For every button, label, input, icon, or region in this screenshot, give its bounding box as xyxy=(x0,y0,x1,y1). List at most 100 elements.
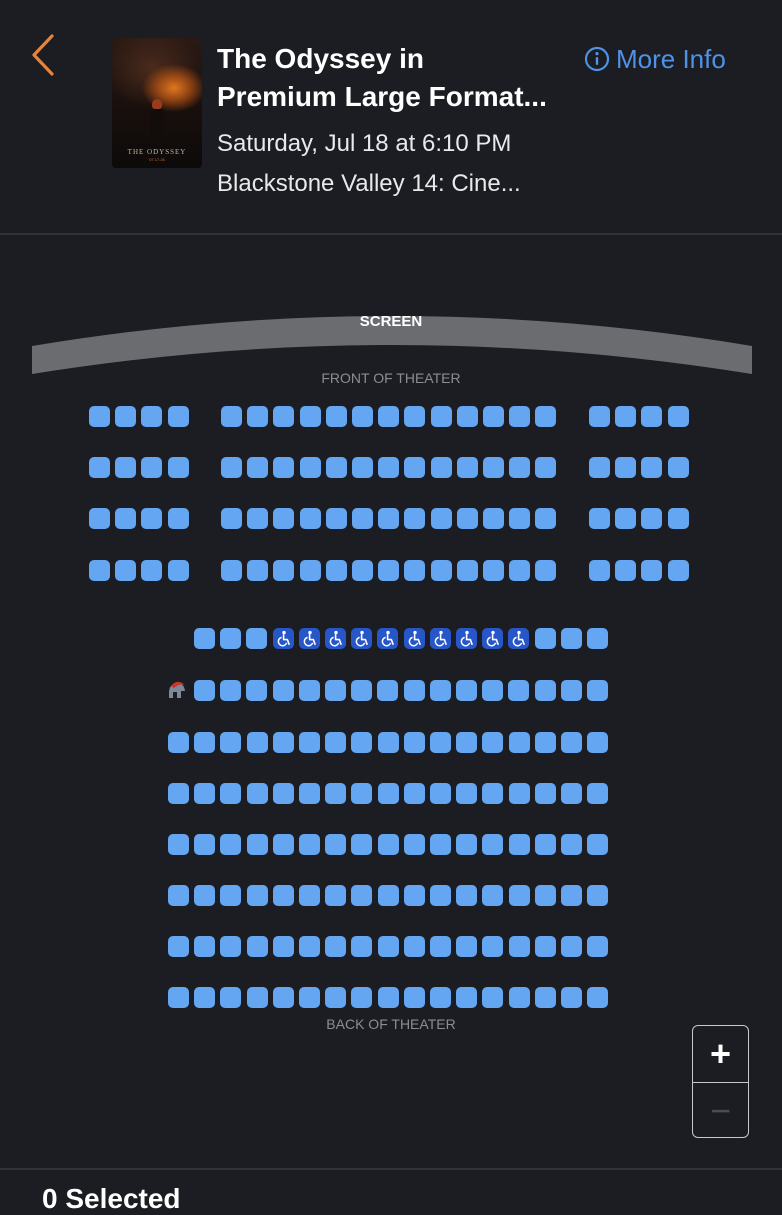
seat[interactable] xyxy=(272,783,294,804)
seat[interactable] xyxy=(534,885,556,906)
seat[interactable] xyxy=(351,987,373,1008)
seat[interactable] xyxy=(325,936,347,957)
seat[interactable] xyxy=(220,834,242,855)
seat[interactable] xyxy=(299,987,320,1008)
seat[interactable] xyxy=(299,732,320,753)
seat[interactable] xyxy=(403,680,425,701)
seat[interactable] xyxy=(325,987,347,1008)
seat-upper-r3-b1-1[interactable] xyxy=(89,508,110,529)
seat[interactable] xyxy=(377,834,399,855)
seat[interactable] xyxy=(403,834,425,855)
seat[interactable] xyxy=(168,732,189,753)
seat[interactable] xyxy=(403,783,425,804)
seat-upper-r2-b2-10[interactable] xyxy=(456,457,478,478)
seat[interactable] xyxy=(220,936,242,957)
seat-upper-r4-b2-13[interactable] xyxy=(535,560,557,581)
seat-upper-r2-b2-11[interactable] xyxy=(483,457,504,478)
seat[interactable] xyxy=(534,987,556,1008)
seat[interactable] xyxy=(272,732,294,753)
seat[interactable] xyxy=(194,936,216,957)
wheelchair-seat[interactable] xyxy=(298,628,320,649)
seat[interactable] xyxy=(194,783,216,804)
seat[interactable] xyxy=(587,987,609,1008)
seat-upper-r4-b3-3[interactable] xyxy=(641,560,663,581)
seat[interactable] xyxy=(351,783,373,804)
seat[interactable] xyxy=(325,680,346,701)
seat-upper-r2-b2-4[interactable] xyxy=(299,457,321,478)
seat-upper-r2-b3-3[interactable] xyxy=(641,457,663,478)
seat-upper-r2-b2-9[interactable] xyxy=(430,457,452,478)
seat[interactable] xyxy=(351,732,373,753)
seat[interactable] xyxy=(456,987,478,1008)
seat-upper-r4-b2-7[interactable] xyxy=(378,560,400,581)
seat-upper-r4-b2-4[interactable] xyxy=(299,560,321,581)
seat[interactable] xyxy=(561,783,582,804)
seat-upper-r1-b1-3[interactable] xyxy=(141,406,163,427)
seat[interactable] xyxy=(194,885,216,906)
seat[interactable] xyxy=(482,732,504,753)
seat-upper-r4-b3-2[interactable] xyxy=(615,560,637,581)
seat[interactable] xyxy=(246,783,268,804)
seat-upper-r3-b1-3[interactable] xyxy=(141,508,163,529)
seat-upper-r4-b1-1[interactable] xyxy=(89,560,110,581)
seat[interactable] xyxy=(220,885,242,906)
seat[interactable] xyxy=(298,680,320,701)
seat[interactable] xyxy=(220,680,242,701)
seat[interactable] xyxy=(534,783,556,804)
seat-upper-r4-b3-1[interactable] xyxy=(589,560,610,581)
seat[interactable] xyxy=(194,628,215,649)
seat-upper-r4-b3-4[interactable] xyxy=(667,560,689,581)
seat[interactable] xyxy=(587,936,609,957)
seat[interactable] xyxy=(220,987,242,1008)
seat-upper-r2-b2-8[interactable] xyxy=(404,457,426,478)
seat[interactable] xyxy=(272,834,294,855)
seat-upper-r3-b3-2[interactable] xyxy=(615,508,637,529)
seat-upper-r1-b2-8[interactable] xyxy=(404,406,426,427)
seat[interactable] xyxy=(325,834,347,855)
seat[interactable] xyxy=(456,834,478,855)
seat[interactable] xyxy=(561,834,582,855)
seat-upper-r3-b2-9[interactable] xyxy=(430,508,452,529)
seat-upper-r2-b2-7[interactable] xyxy=(378,457,400,478)
seat-upper-r2-b2-12[interactable] xyxy=(509,457,531,478)
seat[interactable] xyxy=(587,680,608,701)
seat[interactable] xyxy=(430,834,451,855)
seat[interactable] xyxy=(482,680,504,701)
seat[interactable] xyxy=(220,628,242,649)
seat[interactable] xyxy=(587,885,609,906)
seat[interactable] xyxy=(246,834,268,855)
seat-upper-r2-b2-2[interactable] xyxy=(247,457,269,478)
seat[interactable] xyxy=(508,834,530,855)
seat[interactable] xyxy=(587,834,609,855)
seat-upper-r3-b1-2[interactable] xyxy=(115,508,137,529)
seat[interactable] xyxy=(561,885,582,906)
seat[interactable] xyxy=(534,834,556,855)
seat[interactable] xyxy=(351,834,373,855)
seat-upper-r4-b2-11[interactable] xyxy=(483,560,504,581)
seat[interactable] xyxy=(377,783,399,804)
seat[interactable] xyxy=(561,987,582,1008)
seat-upper-r1-b2-1[interactable] xyxy=(221,406,242,427)
seat[interactable] xyxy=(534,628,556,649)
seat-upper-r2-b1-1[interactable] xyxy=(89,457,110,478)
seat-upper-r3-b2-8[interactable] xyxy=(404,508,426,529)
seat[interactable] xyxy=(482,987,504,1008)
seat[interactable] xyxy=(220,783,242,804)
seat-upper-r3-b2-11[interactable] xyxy=(483,508,504,529)
seat[interactable] xyxy=(272,680,294,701)
seat[interactable] xyxy=(534,936,556,957)
wheelchair-seat[interactable] xyxy=(456,628,477,649)
seat-upper-r2-b2-1[interactable] xyxy=(221,457,242,478)
seat-upper-r1-b2-13[interactable] xyxy=(535,406,557,427)
seat-upper-r1-b3-4[interactable] xyxy=(667,406,689,427)
seat-upper-r1-b1-4[interactable] xyxy=(167,406,189,427)
zoom-in-button[interactable]: + xyxy=(693,1026,748,1082)
seat[interactable] xyxy=(534,680,556,701)
seat[interactable] xyxy=(456,783,478,804)
seat-upper-r1-b2-12[interactable] xyxy=(509,406,531,427)
seat[interactable] xyxy=(194,834,216,855)
seat[interactable] xyxy=(325,732,347,753)
seat[interactable] xyxy=(508,936,530,957)
seat[interactable] xyxy=(168,834,189,855)
seat[interactable] xyxy=(246,732,268,753)
